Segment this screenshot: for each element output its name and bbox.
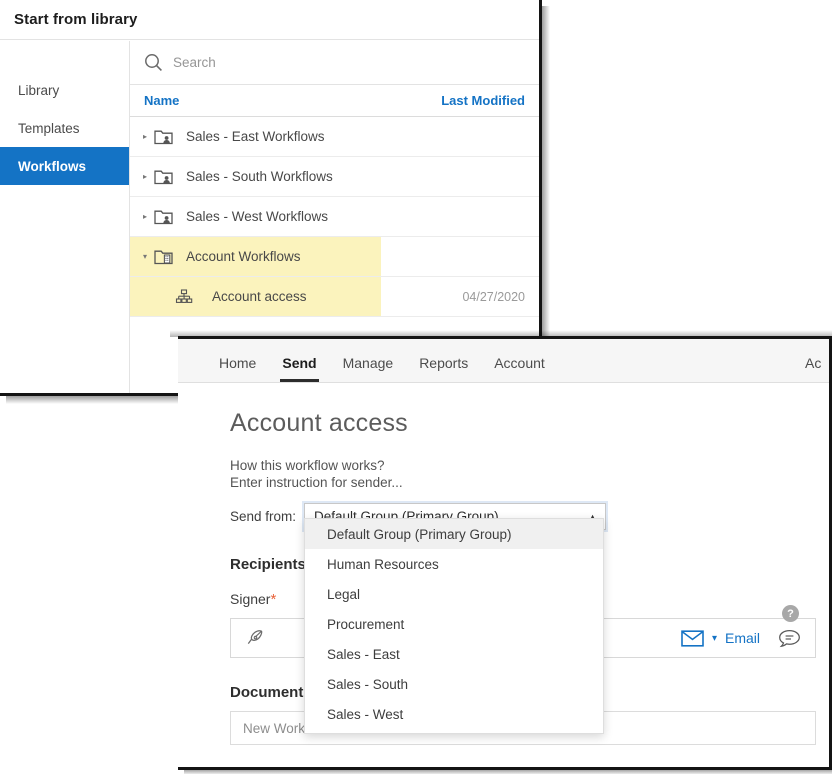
delivery-method-group: ▾ Email [681, 629, 801, 648]
dropdown-option-label: Human Resources [327, 556, 439, 572]
table-row[interactable]: ▾ Account Workflows [130, 237, 539, 277]
send-from-dropdown-list[interactable]: Default Group (Primary Group) Human Reso… [304, 518, 604, 734]
tab-label: Home [219, 355, 257, 371]
table-row[interactable]: Account access 04/27/2020 [130, 277, 539, 317]
table-cell-name: Sales - South Workflows [186, 169, 333, 184]
expand-caret-icon[interactable]: ▸ [136, 172, 154, 181]
search-placeholder: Search [173, 55, 216, 70]
org-chart-icon [174, 288, 200, 305]
library-search-bar[interactable]: Search [130, 41, 539, 85]
sidebar-item-workflows[interactable]: Workflows [0, 147, 129, 185]
folder-user-icon [154, 168, 180, 185]
dropdown-option-label: Default Group (Primary Group) [327, 526, 512, 542]
sidebar-item-templates[interactable]: Templates [0, 109, 129, 147]
column-header-name[interactable]: Name [144, 93, 441, 108]
table-cell-name: Account Workflows [186, 249, 301, 264]
dropdown-option[interactable]: Legal [305, 579, 603, 609]
delivery-method-label[interactable]: Email [725, 630, 760, 646]
library-window-title: Start from library [14, 11, 138, 28]
page-title: Account access [230, 409, 408, 437]
library-sidebar: Library Templates Workflows [0, 41, 130, 393]
screenshot-root: Start from library Library Templates Wor… [0, 0, 832, 774]
folder-user-icon [154, 208, 180, 225]
search-icon [144, 53, 163, 72]
tab-reports[interactable]: Reports [406, 355, 481, 382]
chevron-down-icon[interactable]: ▾ [712, 633, 717, 644]
main-navigation-bar: Home Send Manage Reports Account Ac [178, 339, 829, 383]
help-icon[interactable]: ? [782, 605, 799, 622]
pen-nib-icon[interactable] [243, 627, 267, 649]
expand-caret-icon[interactable]: ▸ [136, 212, 154, 221]
column-header-last-modified[interactable]: Last Modified [441, 93, 525, 108]
envelope-icon[interactable] [681, 629, 704, 647]
table-cell-name: Sales - East Workflows [186, 129, 325, 144]
dropdown-option[interactable]: Sales - East [305, 639, 603, 669]
table-row[interactable]: ▸ Sales - South Workflows [130, 157, 539, 197]
tab-manage[interactable]: Manage [330, 355, 407, 382]
tab-account[interactable]: Account [481, 355, 558, 382]
speech-bubble-icon[interactable] [778, 629, 801, 648]
table-cell-date: 04/27/2020 [462, 289, 525, 304]
dropdown-option[interactable]: Sales - West [305, 699, 603, 729]
sidebar-item-label: Workflows [18, 158, 87, 174]
dropdown-option-label: Procurement [327, 616, 405, 632]
dropdown-option-label: Legal [327, 586, 361, 602]
dropdown-option[interactable]: Procurement [305, 609, 603, 639]
dropdown-option[interactable]: Sales - South [305, 669, 603, 699]
library-window-titlebar: Start from library [0, 0, 539, 40]
sidebar-item-label: Library [18, 82, 60, 98]
tab-label: Manage [342, 355, 394, 371]
send-from-label: Send from: [230, 509, 297, 524]
table-cell-name: Account access [212, 289, 307, 304]
nav-truncated-item[interactable]: Ac [805, 355, 829, 382]
send-window-bottom-shadow [184, 770, 832, 774]
tab-label: Send [282, 355, 317, 371]
required-asterisk: * [270, 591, 277, 608]
folder-building-icon [154, 248, 180, 265]
table-row[interactable]: ▸ Sales - West Workflows [130, 197, 539, 237]
sidebar-item-library[interactable]: Library [0, 71, 129, 109]
library-table-header: Name Last Modified [130, 85, 539, 117]
tab-label: Reports [419, 355, 469, 371]
table-row[interactable]: ▸ Sales - East Workflows [130, 117, 539, 157]
workflow-help-text: How this workflow works? [230, 458, 385, 473]
workflow-instruction-text: Enter instruction for sender... [230, 475, 403, 490]
tab-label: Account [494, 355, 545, 371]
dropdown-option-label: Sales - South [327, 676, 409, 692]
sidebar-item-label: Templates [18, 120, 80, 136]
dropdown-option[interactable]: Default Group (Primary Group) [305, 519, 603, 549]
tab-home[interactable]: Home [206, 355, 269, 382]
tab-send[interactable]: Send [269, 355, 329, 382]
expand-caret-icon[interactable]: ▸ [136, 132, 154, 141]
signer-label-text: Signer [230, 591, 271, 607]
dropdown-option-label: Sales - East [327, 646, 400, 662]
folder-user-icon [154, 128, 180, 145]
dropdown-option[interactable]: Human Resources [305, 549, 603, 579]
table-cell-name: Sales - West Workflows [186, 209, 329, 224]
collapse-caret-icon[interactable]: ▾ [136, 252, 154, 261]
dropdown-option-label: Sales - West [327, 706, 404, 722]
